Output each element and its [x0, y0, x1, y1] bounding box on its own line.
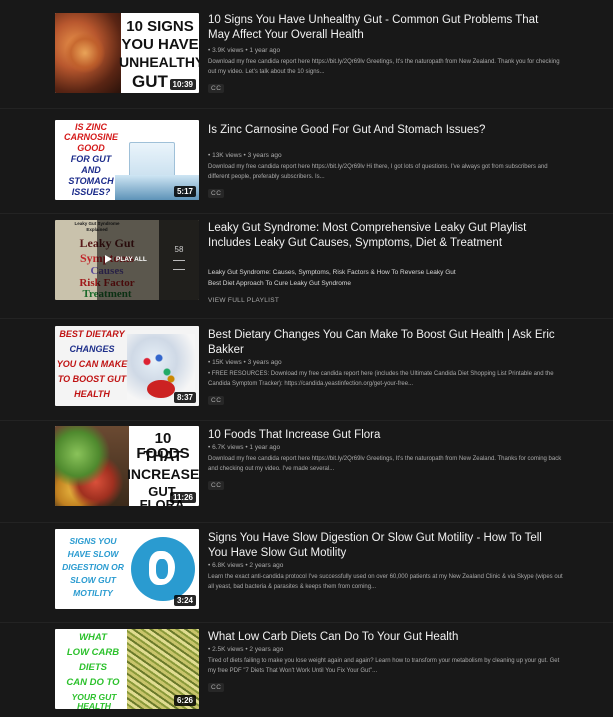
- thumb-text: THAT: [143, 448, 183, 465]
- playlist-thumbnail[interactable]: Leaky Gut Syndrome Explained Leaky Gut S…: [55, 220, 199, 300]
- video-description: Tired of diets failing to make you lose …: [208, 658, 560, 674]
- playlist-video-link[interactable]: Best Diet Approach To Cure Leaky Gut Syn…: [208, 278, 563, 289]
- video-meta: • 3.9K views • 1 year ago: [208, 47, 281, 54]
- play-icon: [105, 255, 112, 263]
- thumb-text: DIGESTION OR: [62, 562, 124, 572]
- thumb-text: LOW CARB: [66, 647, 120, 658]
- thumb-text: GOOD: [77, 143, 105, 153]
- video-thumbnail[interactable]: 10 FOODS THAT INCREASE GUT FLORA 11:26: [55, 426, 199, 506]
- thumb-text: FOR GUT: [70, 154, 112, 164]
- video-meta: • 13K views • 3 years ago: [208, 152, 282, 159]
- list-item[interactable]: WHAT LOW CARB DIETS CAN DO TO YOUR GUT H…: [0, 622, 613, 717]
- playlist-item[interactable]: Leaky Gut Syndrome Explained Leaky Gut S…: [0, 213, 613, 319]
- video-info: Best Dietary Changes You Can Make To Boo…: [208, 328, 563, 407]
- thumb-image-bowl: [147, 380, 175, 398]
- thumb-image-accent: [65, 33, 105, 73]
- thumb-text: SIGNS YOU: [69, 536, 117, 546]
- video-title[interactable]: Is Zinc Carnosine Good For Gut And Stoma…: [208, 123, 563, 138]
- video-info: Signs You Have Slow Digestion Or Slow Gu…: [208, 531, 563, 592]
- playlist-icon: [173, 260, 185, 270]
- playlist-count: 58: [174, 245, 184, 254]
- video-list: 10 SIGNS YOU HAVE UNHEALTHY GUT 10:39 10…: [0, 0, 613, 716]
- thumb-text: HAVE SLOW: [67, 549, 119, 559]
- video-meta: • 15K views • 3 years ago: [208, 359, 282, 366]
- playlist-count-panel: 58: [159, 220, 199, 300]
- list-item[interactable]: 10 FOODS THAT INCREASE GUT FLORA 11:26 1…: [0, 420, 613, 523]
- duration-badge: 10:39: [169, 79, 196, 90]
- video-description: • FREE RESOURCES: Download my free candi…: [208, 371, 554, 387]
- stomach-icon: [131, 537, 195, 601]
- list-item[interactable]: SIGNS YOU HAVE SLOW DIGESTION OR SLOW GU…: [0, 522, 613, 623]
- list-item[interactable]: BEST DIETARY CHANGES YOU CAN MAKE TO BOO…: [0, 318, 613, 421]
- playlist-video-link[interactable]: Leaky Gut Syndrome: Causes, Symptoms, Ri…: [208, 267, 563, 278]
- video-thumbnail[interactable]: BEST DIETARY CHANGES YOU CAN MAKE TO BOO…: [55, 326, 199, 406]
- cc-badge: CC: [208, 396, 225, 405]
- thumb-text: TO BOOST GUT: [57, 374, 127, 384]
- thumb-text: AND: [81, 165, 101, 175]
- duration-badge: 3:24: [173, 595, 196, 606]
- video-info: Is Zinc Carnosine Good For Gut And Stoma…: [208, 123, 563, 200]
- video-thumbnail[interactable]: WHAT LOW CARB DIETS CAN DO TO YOUR GUT H…: [55, 629, 199, 709]
- video-thumbnail[interactable]: 10 SIGNS YOU HAVE UNHEALTHY GUT 10:39: [55, 13, 199, 93]
- video-info: 10 Foods That Increase Gut Flora • 6.7K …: [208, 428, 563, 492]
- thumb-text: MOTILITY: [73, 588, 113, 598]
- thumb-text: UNHEALTHY: [119, 54, 199, 70]
- playlist-info: Leaky Gut Syndrome: Most Comprehensive L…: [208, 221, 563, 304]
- list-item[interactable]: 10 SIGNS YOU HAVE UNHEALTHY GUT 10:39 10…: [0, 0, 613, 108]
- duration-badge: 11:26: [169, 492, 196, 503]
- play-all-overlay[interactable]: PLAY ALL: [97, 220, 159, 300]
- thumb-text: IS ZINC: [74, 122, 107, 132]
- playlist-title[interactable]: Leaky Gut Syndrome: Most Comprehensive L…: [208, 221, 563, 251]
- video-info: What Low Carb Diets Can Do To Your Gut H…: [208, 630, 563, 694]
- video-title[interactable]: Signs You Have Slow Digestion Or Slow Gu…: [208, 531, 563, 561]
- video-description: Download my free candida report here htt…: [208, 164, 548, 180]
- thumb-text: 10 SIGNS: [126, 18, 194, 35]
- thumb-image: [55, 426, 129, 506]
- duration-badge: 8:37: [173, 392, 196, 403]
- thumb-text: DIETS: [79, 662, 107, 673]
- thumb-text: YOU CAN MAKE: [56, 359, 128, 369]
- thumb-text: WHAT: [79, 632, 107, 643]
- video-thumbnail[interactable]: IS ZINC CARNOSINE GOOD FOR GUT AND STOMA…: [55, 120, 199, 200]
- video-meta: • 6.7K views • 1 year ago: [208, 444, 281, 451]
- video-description: Learn the exact anti-candida protocol I'…: [208, 574, 563, 590]
- thumb-text: HEALTH: [74, 389, 110, 399]
- cc-badge: CC: [208, 189, 225, 198]
- video-description: Download my free candida report here htt…: [208, 59, 560, 75]
- thumb-text: CHANGES: [69, 344, 115, 354]
- thumb-text: YOU HAVE: [121, 36, 199, 53]
- thumb-text: YOUR GUT HEALTH: [71, 692, 117, 709]
- video-meta: • 6.8K views • 2 years ago: [208, 562, 284, 569]
- thumb-text: SLOW GUT: [70, 575, 116, 585]
- video-thumbnail[interactable]: SIGNS YOU HAVE SLOW DIGESTION OR SLOW GU…: [55, 529, 199, 609]
- stomach-inner: [156, 559, 168, 579]
- view-full-playlist-link[interactable]: VIEW FULL PLAYLIST: [208, 297, 563, 304]
- thumb-text: BEST DIETARY: [59, 329, 125, 339]
- duration-badge: 6:26: [173, 695, 196, 706]
- video-title[interactable]: 10 Signs You Have Unhealthy Gut - Common…: [208, 13, 563, 43]
- video-description: Download my free candida report here htt…: [208, 456, 562, 472]
- thumb-text: CAN DO TO: [66, 677, 120, 688]
- cc-badge: CC: [208, 84, 225, 93]
- duration-badge: 5:17: [173, 186, 196, 197]
- thumb-text: INCREASE: [127, 466, 199, 482]
- list-item[interactable]: IS ZINC CARNOSINE GOOD FOR GUT AND STOMA…: [0, 108, 613, 214]
- video-title[interactable]: What Low Carb Diets Can Do To Your Gut H…: [208, 630, 563, 645]
- video-title[interactable]: 10 Foods That Increase Gut Flora: [208, 428, 563, 443]
- video-info: 10 Signs You Have Unhealthy Gut - Common…: [208, 13, 563, 95]
- video-title[interactable]: Best Dietary Changes You Can Make To Boo…: [208, 328, 563, 358]
- cc-badge: CC: [208, 481, 225, 490]
- cc-badge: CC: [208, 683, 225, 692]
- thumb-text: CARNOSINE: [63, 132, 118, 142]
- video-meta: • 2.5K views • 2 years ago: [208, 646, 284, 653]
- thumb-text: ISSUES?: [71, 187, 111, 197]
- thumb-text: STOMACH: [68, 176, 114, 186]
- play-all-label: PLAY ALL: [116, 256, 147, 263]
